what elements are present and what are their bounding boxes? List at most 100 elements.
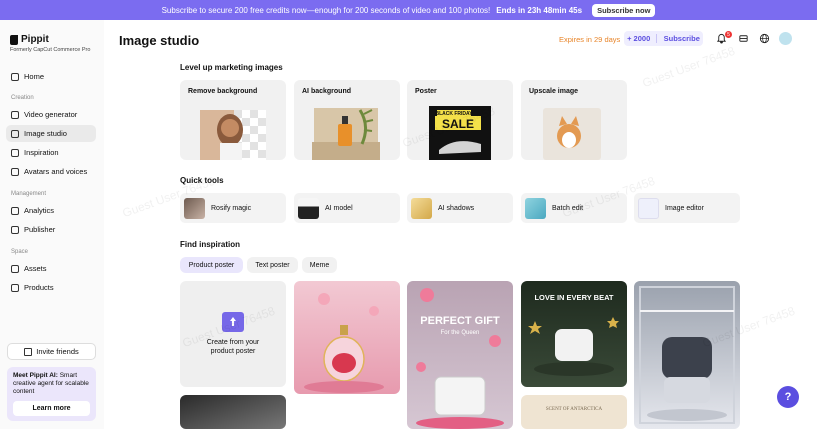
credits-amount: + 2000 xyxy=(627,34,651,43)
earbuds-thumbnail xyxy=(639,286,735,424)
watermark: Guest User 76458 xyxy=(640,43,737,91)
perfect-gift-thumbnail: PERFECT GIFT For the Queen xyxy=(416,288,504,429)
card-remove-background[interactable]: Remove background xyxy=(180,80,286,160)
upscale-thumbnail xyxy=(543,108,601,160)
poster-title: SCENT OF ANTARCTICA xyxy=(545,407,603,412)
sidebar-item-publisher[interactable]: Publisher xyxy=(6,221,96,238)
sidebar-item-image-studio[interactable]: Image studio xyxy=(6,125,96,142)
invite-label: Invite friends xyxy=(36,347,79,356)
gift-icon xyxy=(24,347,33,356)
language-icon[interactable] xyxy=(759,33,770,44)
ai-shadows-thumbnail xyxy=(411,197,432,219)
ai-model-thumbnail xyxy=(298,197,319,219)
subscribe-link[interactable]: Subscribe xyxy=(664,34,700,43)
card-poster[interactable]: Poster BLACK FRIDAY SALE xyxy=(407,80,513,160)
sidebar-item-label: Inspiration xyxy=(24,148,59,157)
sidebar-section-creation: Creation xyxy=(11,95,34,101)
inbox-icon[interactable] xyxy=(738,33,749,44)
sidebar-item-avatars-voices[interactable]: Avatars and voices xyxy=(6,163,96,180)
banner-countdown: Ends in 23h 48min 45s xyxy=(496,5,583,15)
perfume-thumbnail xyxy=(304,293,384,393)
section-title-quick-tools: Quick tools xyxy=(180,176,224,185)
sidebar-item-label: Publisher xyxy=(24,225,56,234)
tool-label: AI model xyxy=(325,204,353,212)
sidebar-item-inspiration[interactable]: Inspiration xyxy=(6,144,96,161)
chip-text-poster[interactable]: Text poster xyxy=(247,257,298,273)
sidebar-section-management: Management xyxy=(11,191,47,197)
sidebar-item-label: Image studio xyxy=(24,129,67,138)
love-beat-thumbnail: LOVE IN EVERY BEAT xyxy=(528,293,619,376)
pippit-logo-icon xyxy=(10,34,18,45)
banner-text: Subscribe to secure 200 free credits now… xyxy=(161,5,491,15)
chip-meme[interactable]: Meme xyxy=(302,257,337,273)
video-icon xyxy=(11,110,19,119)
tool-rosify-magic[interactable]: Rosify magic xyxy=(180,193,286,223)
card-upscale-image[interactable]: Upscale image xyxy=(521,80,627,160)
ai-background-thumbnail xyxy=(312,108,380,160)
batch-edit-thumbnail xyxy=(525,197,546,219)
rosify-thumbnail xyxy=(184,197,205,219)
sidebar-section-space: Space xyxy=(11,249,29,255)
brand-name: Pippit xyxy=(21,34,49,45)
poster-title: PERFECT GIFT xyxy=(420,315,500,327)
inspiration-card[interactable] xyxy=(294,281,400,394)
subscribe-now-button[interactable]: Subscribe now xyxy=(592,3,656,17)
tool-label: Batch edit xyxy=(552,204,584,212)
inspiration-card[interactable]: LOVE IN EVERY BEAT xyxy=(521,281,627,387)
sidebar-item-products[interactable]: Products xyxy=(6,279,96,296)
learn-more-button[interactable]: Learn more xyxy=(13,401,90,416)
sidebar-item-assets[interactable]: Assets xyxy=(6,260,96,277)
sidebar-item-label: Products xyxy=(24,283,54,292)
poster-thumbnail: BLACK FRIDAY SALE xyxy=(429,106,491,160)
tool-ai-model[interactable]: AI model xyxy=(294,193,400,223)
inspiration-card[interactable] xyxy=(180,395,286,429)
help-button[interactable]: ? xyxy=(777,386,799,408)
card-ai-background[interactable]: AI background xyxy=(294,80,400,160)
sidebar-item-label: Analytics xyxy=(24,206,55,215)
sidebar-item-analytics[interactable]: Analytics xyxy=(6,202,96,219)
home-icon xyxy=(11,72,19,81)
sidebar-item-label: Home xyxy=(24,72,45,81)
divider xyxy=(656,34,658,43)
sidebar-item-label: Avatars and voices xyxy=(24,167,88,176)
tool-label: Rosify magic xyxy=(211,204,252,212)
calendar-icon xyxy=(11,225,19,234)
analytics-icon xyxy=(11,206,19,215)
tool-batch-edit[interactable]: Batch edit xyxy=(521,193,627,223)
inspiration-card[interactable]: PERFECT GIFT For the Queen xyxy=(407,281,513,429)
tool-image-editor[interactable]: Image editor xyxy=(634,193,740,223)
sidebar-item-video-generator[interactable]: Video generator xyxy=(6,106,96,123)
poster-title: LOVE IN EVERY BEAT xyxy=(534,293,613,302)
product-icon xyxy=(11,283,19,292)
image-editor-thumbnail xyxy=(638,197,659,219)
sidebar-item-label: Assets xyxy=(24,264,47,273)
promo-title: Meet Pippit AI: xyxy=(13,372,58,379)
section-title-inspiration: Find inspiration xyxy=(180,240,240,249)
remove-bg-thumbnail xyxy=(200,110,266,160)
create-from-product-poster[interactable]: Create from your product poster xyxy=(180,281,286,387)
brand-subtitle: Formerly CapCut Commerce Pro xyxy=(10,47,91,53)
logo[interactable]: Pippit xyxy=(10,34,49,45)
tool-label: AI shadows xyxy=(438,204,475,212)
sidebar-item-label: Video generator xyxy=(24,110,78,119)
poster-text-big: SALE xyxy=(442,117,474,131)
promo-banner: Subscribe to secure 200 free credits now… xyxy=(0,0,817,20)
inspiration-card[interactable] xyxy=(634,281,740,429)
expires-text: Expires in 29 days xyxy=(559,35,621,44)
avatar[interactable] xyxy=(779,32,792,45)
credits-pill[interactable]: + 2000 Subscribe xyxy=(624,31,703,46)
notification-badge: 5 xyxy=(725,31,732,38)
sidebar-item-home[interactable]: Home xyxy=(6,68,96,85)
invite-friends-button[interactable]: Invite friends xyxy=(7,343,96,360)
page-title: Image studio xyxy=(119,33,200,48)
promo-card: Meet Pippit AI: Smart creative agent for… xyxy=(7,367,96,421)
tool-ai-shadows[interactable]: AI shadows xyxy=(407,193,513,223)
chip-product-poster[interactable]: Product poster xyxy=(180,257,243,273)
inspiration-icon xyxy=(11,148,19,157)
upload-icon xyxy=(222,312,244,332)
section-title-level-up: Level up marketing images xyxy=(180,63,283,72)
avatar-icon xyxy=(11,167,19,176)
poster-subtitle: For the Queen xyxy=(441,330,480,336)
inspiration-card[interactable]: SCENT OF ANTARCTICA xyxy=(521,395,627,429)
tool-label: Image editor xyxy=(665,204,704,212)
